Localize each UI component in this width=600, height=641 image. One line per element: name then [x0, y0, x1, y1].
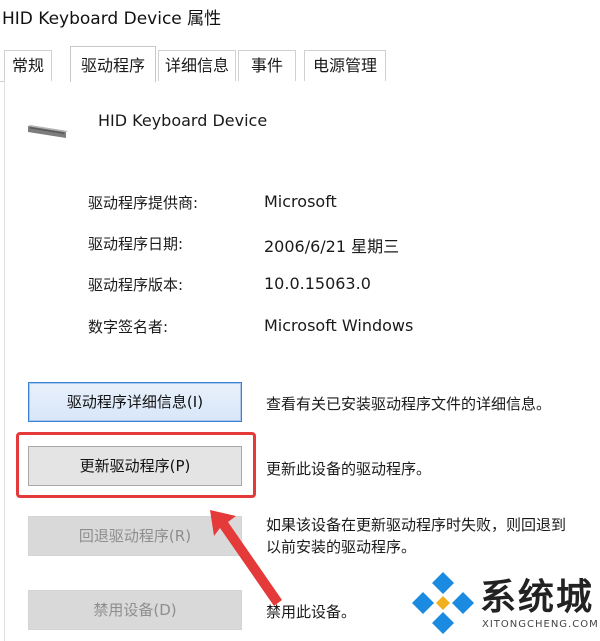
version-label: 驱动程序版本:	[88, 276, 184, 294]
signer-label: 数字签名者:	[88, 318, 169, 336]
keyboard-icon	[28, 125, 68, 138]
signer-value: Microsoft Windows	[264, 316, 414, 335]
driver-details-description: 查看有关已安装驱动程序文件的详细信息。	[266, 395, 552, 413]
provider-value: Microsoft	[264, 192, 337, 211]
date-label: 驱动程序日期:	[88, 235, 184, 253]
update-driver-description: 更新此设备的驱动程序。	[266, 460, 432, 478]
tab-events[interactable]: 事件	[238, 50, 296, 81]
window-title: HID Keyboard Device 属性	[2, 9, 222, 29]
provider-label: 驱动程序提供商:	[88, 194, 199, 212]
watermark-logo-icon	[412, 572, 474, 634]
rollback-driver-description: 如果该设备在更新驱动程序时失败，则回退到 以前安装的驱动程序。	[266, 514, 566, 558]
rollback-desc-line1: 如果该设备在更新驱动程序时失败，则回退到	[266, 516, 567, 534]
version-value: 10.0.15063.0	[264, 274, 371, 293]
red-arrow-icon	[210, 510, 282, 606]
watermark: 系统城 XITONGCHENG.COM	[404, 566, 600, 641]
tab-power-management[interactable]: 电源管理	[304, 50, 386, 81]
properties-window: HID Keyboard Device 属性 常规 驱动程序 详细信息 事件 电…	[0, 0, 600, 641]
watermark-brand: 系统城	[480, 577, 595, 618]
date-value: 2006/6/21 星期三	[264, 237, 400, 256]
tab-driver[interactable]: 驱动程序	[70, 46, 156, 82]
driver-details-button[interactable]: 驱动程序详细信息(I)	[28, 382, 242, 422]
tab-general[interactable]: 常规	[4, 50, 52, 81]
highlight-box	[16, 432, 256, 498]
tab-details[interactable]: 详细信息	[158, 50, 236, 81]
watermark-subtitle: XITONGCHENG.COM	[482, 619, 599, 630]
device-name: HID Keyboard Device	[98, 111, 268, 130]
rollback-desc-line2: 以前安装的驱动程序。	[266, 538, 417, 556]
